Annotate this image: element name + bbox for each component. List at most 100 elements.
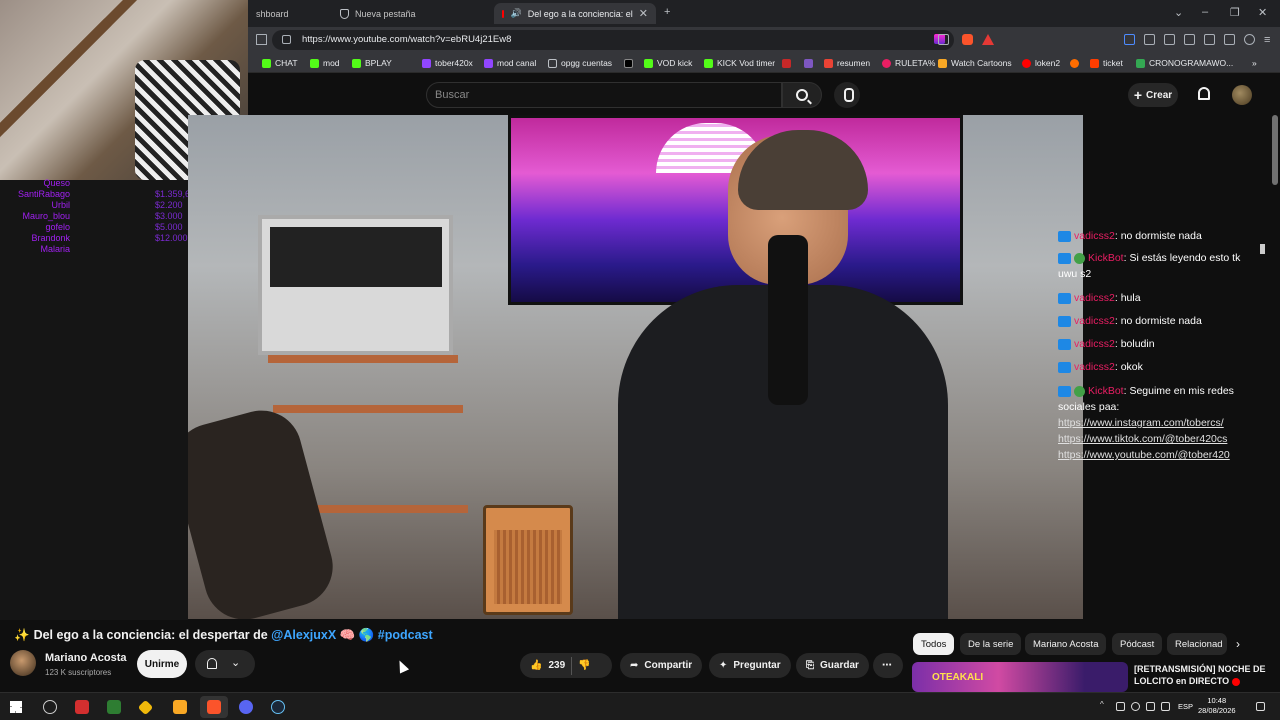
rack-unit: [270, 227, 442, 287]
menu-icon[interactable]: ≡: [1264, 34, 1270, 46]
hashtag-link[interactable]: #podcast: [378, 628, 433, 642]
like-button[interactable]: 👍 239: [530, 660, 565, 671]
tab-youtube-active[interactable]: 🔊 Del ego a la conciencia: el ✕: [494, 3, 656, 24]
bookmark-mod-canal[interactable]: mod canal: [484, 56, 536, 70]
staircase: [0, 48, 82, 162]
join-button[interactable]: Unirme: [137, 650, 187, 678]
bookmark-orange[interactable]: [1070, 56, 1079, 70]
tab-new[interactable]: Nueva pestaña: [332, 3, 492, 24]
donation-note: [70, 189, 155, 200]
guitar-amp: [483, 505, 573, 615]
chip-podcast[interactable]: Pódcast: [1112, 633, 1163, 655]
network-icon[interactable]: [1146, 702, 1155, 711]
bookmark-vod-kick[interactable]: VOD kick: [644, 56, 692, 70]
wallet-icon[interactable]: [1124, 34, 1135, 45]
bookmark-ruleta[interactable]: RULETA%: [882, 56, 935, 70]
cast-icon[interactable]: [938, 34, 949, 45]
restore-icon[interactable]: ❐: [1230, 6, 1240, 19]
taskbar-app-icon[interactable]: [75, 700, 89, 714]
search-input[interactable]: Buscar: [426, 82, 782, 108]
more-bookmarks-icon[interactable]: »: [1252, 56, 1257, 70]
more-actions-button[interactable]: ⋯: [873, 653, 903, 678]
bookmark-resumen[interactable]: resumen: [824, 56, 870, 70]
leo-icon[interactable]: [1224, 34, 1235, 45]
discord-icon[interactable]: [239, 700, 253, 714]
bookmark-tiktok[interactable]: [624, 56, 633, 70]
brave-shield-icon[interactable]: [962, 34, 973, 45]
notifications-bell-icon[interactable]: [1198, 87, 1210, 100]
bookmark-label: CRONOGRAMAWO...: [1149, 58, 1234, 68]
taskbar-app-icon[interactable]: [43, 700, 57, 714]
steam-icon[interactable]: [271, 700, 285, 714]
language-indicator[interactable]: ESP: [1178, 702, 1193, 711]
bookmark-red[interactable]: [782, 56, 791, 70]
bookmark-icon[interactable]: [256, 34, 267, 45]
clock[interactable]: 10:48 28/08/2026: [1198, 696, 1236, 716]
chevron-right-icon[interactable]: ›: [1236, 637, 1240, 651]
page-scrollbar[interactable]: [1272, 115, 1278, 185]
subscribed-notifications-button[interactable]: ⌄: [195, 650, 255, 678]
account-avatar[interactable]: [1232, 85, 1252, 105]
bookmark-kick-vod-timer[interactable]: KICK Vod timer: [704, 56, 775, 70]
bookmark-watch-cartoons[interactable]: Watch Cartoons: [938, 56, 1012, 70]
minimize-icon[interactable]: –: [1202, 6, 1208, 18]
bookmark-cronograma[interactable]: CRONOGRAMAWO...: [1136, 56, 1233, 70]
extensions-icon[interactable]: [1144, 34, 1155, 45]
bookmark-purple[interactable]: [804, 56, 813, 70]
related-video-thumbnail[interactable]: OTEAKALI: [912, 662, 1128, 692]
verified-badge-icon: [1074, 252, 1085, 264]
bplay-icon: [352, 58, 361, 68]
mod-badge-icon: [1058, 338, 1071, 350]
video-player[interactable]: [188, 115, 1083, 619]
vpn-icon[interactable]: [1244, 34, 1255, 45]
ask-button[interactable]: ✦ Preguntar: [709, 653, 791, 678]
binance-icon[interactable]: [137, 699, 154, 716]
rewards-icon[interactable]: [982, 34, 994, 45]
guest-arm: [188, 401, 342, 619]
bookmark-loken2[interactable]: loken2: [1022, 56, 1060, 70]
tab-dashboard[interactable]: shboard: [248, 3, 328, 24]
tray-icon[interactable]: [1116, 702, 1125, 711]
close-window-icon[interactable]: ✕: [1258, 6, 1267, 19]
chip-de-la-serie[interactable]: De la serie: [960, 633, 1022, 655]
chip-mariano-acosta[interactable]: Mariano Acosta: [1025, 633, 1107, 655]
related-video-title[interactable]: [RETRANSMISIÓN] NOCHE DE LOLCITO en DIRE…: [1134, 663, 1274, 687]
wallet-2-icon[interactable]: [1204, 34, 1215, 45]
create-button[interactable]: + Crear: [1128, 83, 1178, 107]
save-button[interactable]: ⎘ Guardar: [796, 653, 869, 678]
chip-relacionados[interactable]: Relacionad: [1167, 633, 1227, 655]
title-mention-link[interactable]: @AlexjuxX: [271, 628, 336, 642]
tray-icon[interactable]: [1131, 702, 1140, 711]
search-button[interactable]: [782, 82, 822, 108]
shield-icon: [340, 8, 349, 19]
close-tab-icon[interactable]: ✕: [639, 7, 648, 20]
share-button[interactable]: ➦ Compartir: [620, 653, 703, 678]
site-info-icon[interactable]: [282, 35, 291, 44]
brave-taskbar-button[interactable]: [200, 696, 228, 718]
bookmark-opgg[interactable]: opgg cuentas: [548, 56, 612, 70]
chip-todos[interactable]: Todos: [913, 633, 955, 655]
bookmark-mod[interactable]: mod: [310, 56, 340, 70]
sidebar-icon[interactable]: [1184, 34, 1195, 45]
voice-search-button[interactable]: [834, 82, 860, 108]
donor-name: SantiRabago: [17, 189, 70, 199]
taskbar-app-icon[interactable]: [107, 700, 121, 714]
chat-message: vadicss2: no dormiste nada: [1058, 228, 1258, 244]
thumbs-down-icon[interactable]: 👎: [578, 660, 590, 671]
bookmark-tober420x[interactable]: tober420x: [422, 56, 473, 70]
bookmark-chat[interactable]: CHAT: [262, 56, 298, 70]
notifications-icon[interactable]: [1256, 702, 1265, 711]
ask-label: Preguntar: [733, 660, 781, 671]
channel-name[interactable]: Mariano Acosta: [45, 652, 127, 664]
music-icon[interactable]: [1164, 34, 1175, 45]
channel-avatar[interactable]: [10, 650, 36, 676]
url-field[interactable]: https://www.youtube.com/watch?v=ebRU4j21…: [272, 30, 954, 50]
bookmark-bplay[interactable]: BPLAY: [352, 56, 392, 70]
new-tab-button[interactable]: +: [664, 6, 670, 18]
volume-icon[interactable]: [1161, 702, 1170, 711]
tray-overflow-icon[interactable]: ^: [1100, 700, 1109, 709]
tab-list-icon[interactable]: ⌄: [1174, 6, 1183, 19]
folder-icon[interactable]: [173, 700, 187, 714]
windows-start-icon[interactable]: [10, 701, 22, 713]
bookmark-ticket[interactable]: ticket: [1090, 56, 1123, 70]
